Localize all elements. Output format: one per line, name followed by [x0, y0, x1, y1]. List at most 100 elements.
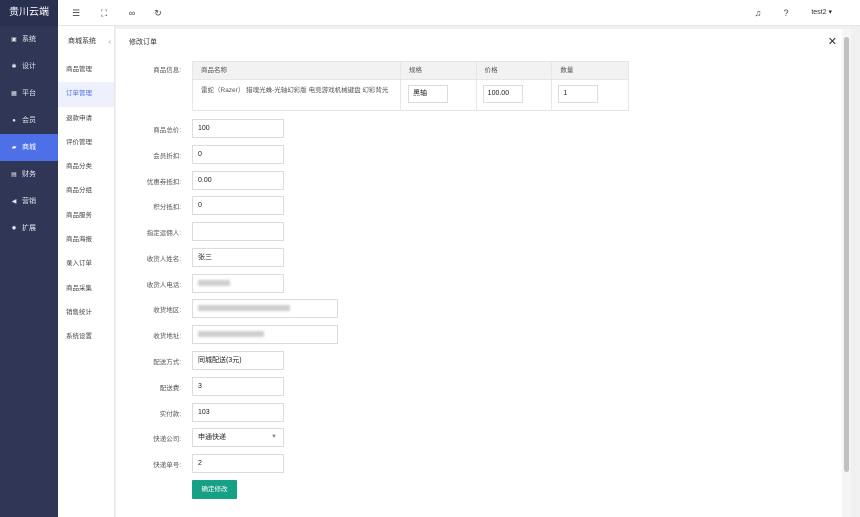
- redacted-value: [198, 280, 230, 287]
- sub-sidebar-title-text: 商城系统: [68, 38, 96, 45]
- gear-icon: ✹: [11, 226, 17, 232]
- brand-logo: 贵川云端: [0, 0, 58, 26]
- top-bar: ☰ ⛶ ∞ ↻ ♫ ? test2 ▾: [58, 0, 860, 26]
- nav-item-marketing[interactable]: ◀ 营销: [0, 188, 58, 215]
- delivery-method-input[interactable]: 同城配送(3元): [192, 351, 284, 370]
- nav-item-finance[interactable]: ▤ 财务: [0, 161, 58, 188]
- total-price-input[interactable]: 100: [192, 119, 284, 138]
- bell-icon[interactable]: ♫: [752, 7, 764, 19]
- username: test2: [811, 9, 827, 16]
- qty-input[interactable]: 1: [558, 85, 599, 103]
- delivery-method-label: 配送方式:: [153, 359, 181, 366]
- nav-label: 财务: [22, 171, 36, 178]
- receiver-phone-label: 收货人电话:: [146, 282, 181, 289]
- receiver-name-input[interactable]: 张三: [192, 248, 284, 267]
- receiver-address-input[interactable]: [192, 325, 338, 344]
- confirm-edit-button[interactable]: 确定修改: [192, 480, 237, 499]
- sub-sidebar: 商城系统 ‹ 商品管理 订单管理 退款申请 评价管理 商品分类 商品分组 商品服务…: [58, 26, 115, 517]
- edit-order-modal: 修改订单 ✕ 商品信息: 商品名称 规格 价格 数量 雷蛇（Razer） 猎魂光…: [116, 29, 851, 517]
- nav-item-platform[interactable]: ▦ 平台: [0, 80, 58, 107]
- sub-item-groups[interactable]: 商品分组: [58, 179, 114, 203]
- sub-item-orders[interactable]: 订单管理: [58, 82, 114, 107]
- points-discount-label: 积分抵扣:: [153, 204, 181, 211]
- product-name: 雷蛇（Razer） 猎魂光蛛-光轴幻彩版 电竞游戏机械键盘 幻彩背光: [193, 80, 401, 110]
- receiver-name-label: 收货人姓名:: [146, 256, 181, 263]
- product-info-label: 商品信息:: [153, 67, 181, 74]
- coupon-discount-input[interactable]: 0.00: [192, 171, 284, 190]
- receiver-region-label: 收货地区:: [153, 307, 181, 314]
- express-company-label: 快递公司:: [153, 436, 181, 443]
- sub-item-products[interactable]: 商品管理: [58, 58, 114, 82]
- user-menu[interactable]: test2 ▾: [811, 7, 832, 19]
- nav-item-member[interactable]: ● 会员: [0, 107, 58, 134]
- chevron-left-icon[interactable]: ‹: [108, 26, 111, 58]
- desktop-icon: ▣: [11, 37, 17, 43]
- coupon-discount-label: 优惠券抵扣:: [146, 179, 181, 186]
- sub-item-settings[interactable]: 系统设置: [58, 325, 114, 349]
- price-input[interactable]: 100.00: [482, 85, 523, 103]
- assigned-courier-input[interactable]: [192, 222, 284, 241]
- assigned-courier-label: 指定运佣人:: [146, 230, 181, 237]
- shop-icon: ▰: [11, 145, 17, 151]
- nav-item-shop[interactable]: ▰ 商城: [0, 134, 58, 161]
- wallet-icon: ▤: [11, 172, 17, 178]
- modal-title: 修改订单: [129, 39, 157, 46]
- megaphone-icon: ◀: [11, 199, 17, 205]
- redacted-value: [198, 331, 264, 338]
- caret-down-icon: ▾: [828, 9, 832, 16]
- fullscreen-icon[interactable]: ⛶: [98, 7, 110, 19]
- receiver-address-label: 收货地址:: [153, 333, 181, 340]
- receiver-phone-input[interactable]: [192, 274, 284, 293]
- points-discount-input[interactable]: 0: [192, 196, 284, 215]
- sub-item-refunds[interactable]: 退款申请: [58, 107, 114, 131]
- product-table: 商品名称 规格 价格 数量 雷蛇（Razer） 猎魂光蛛-光轴幻彩版 电竞游戏机…: [192, 61, 629, 111]
- paid-amount-input[interactable]: 103: [192, 403, 284, 422]
- sub-item-categories[interactable]: 商品分类: [58, 155, 114, 179]
- nav-item-system[interactable]: ▣ 系统: [0, 26, 58, 53]
- sub-item-collect[interactable]: 商品采集: [58, 277, 114, 301]
- receiver-region-input[interactable]: [192, 299, 338, 318]
- sub-sidebar-title: 商城系统 ‹: [58, 26, 114, 58]
- grid-icon: ▦: [11, 91, 17, 97]
- col-name-header: 商品名称: [193, 62, 401, 79]
- refresh-icon[interactable]: ↻: [152, 7, 164, 19]
- user-icon: ●: [12, 118, 16, 124]
- express-company-value: 申通快递: [198, 434, 226, 441]
- total-price-label: 商品总价:: [153, 127, 181, 134]
- nav-label: 设计: [22, 63, 36, 70]
- sub-item-posters[interactable]: 商品海报: [58, 228, 114, 252]
- sub-item-enter-order[interactable]: 录入订单: [58, 252, 114, 276]
- help-icon[interactable]: ?: [780, 7, 792, 19]
- express-company-select[interactable]: 申通快递 ▼: [192, 428, 284, 447]
- col-spec-header: 规格: [401, 62, 477, 79]
- nav-item-extend[interactable]: ✹ 扩展: [0, 215, 58, 242]
- col-price-header: 价格: [477, 62, 553, 79]
- tracking-number-input[interactable]: 2: [192, 454, 284, 473]
- close-icon[interactable]: ✕: [828, 35, 837, 48]
- member-discount-label: 会员折扣:: [153, 153, 181, 160]
- scrollbar-thumb[interactable]: [844, 37, 849, 472]
- nav-label: 系统: [22, 36, 36, 43]
- main-sidebar: 贵川云端 ▣ 系统 ✱ 设计 ▦ 平台 ● 会员 ▰ 商城 ▤ 财务 ◀ 营销 ✹ 扩展: [0, 0, 58, 517]
- redacted-value: [198, 305, 290, 312]
- price-cell: 100.00: [477, 80, 553, 110]
- sub-item-reviews[interactable]: 评价管理: [58, 131, 114, 155]
- scrollbar[interactable]: [842, 29, 851, 517]
- table-row: 雷蛇（Razer） 猎魂光蛛-光轴幻彩版 电竞游戏机械键盘 幻彩背光 黑轴 10…: [193, 80, 628, 110]
- chevron-down-icon: ▼: [271, 434, 277, 440]
- nav-label: 商城: [22, 144, 36, 151]
- menu-toggle-icon[interactable]: ☰: [70, 7, 82, 19]
- member-discount-input[interactable]: 0: [192, 145, 284, 164]
- link-icon[interactable]: ∞: [126, 7, 138, 19]
- nav-label: 平台: [22, 90, 36, 97]
- nav-item-design[interactable]: ✱ 设计: [0, 53, 58, 80]
- paid-amount-label: 实付款:: [159, 411, 181, 418]
- tracking-number-label: 快递单号:: [153, 462, 181, 469]
- nav-label: 扩展: [22, 225, 36, 232]
- delivery-fee-input[interactable]: 3: [192, 377, 284, 396]
- spec-input[interactable]: 黑轴: [408, 85, 448, 103]
- spec-cell: 黑轴: [401, 80, 477, 110]
- sub-item-services[interactable]: 商品服务: [58, 204, 114, 228]
- puzzle-icon: ✱: [11, 64, 17, 70]
- sub-item-sales-stats[interactable]: 销售统计: [58, 301, 114, 325]
